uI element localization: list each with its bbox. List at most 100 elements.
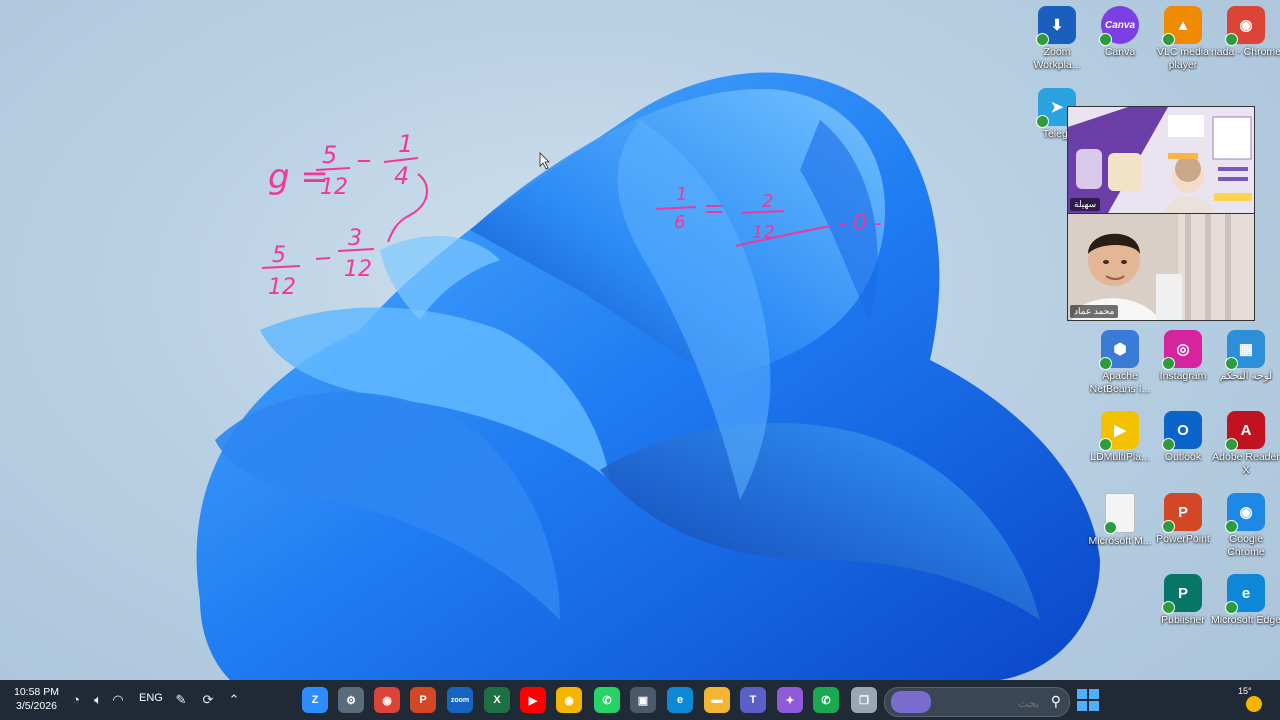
desktop-icon[interactable]: P PowerPoint — [1147, 493, 1219, 546]
whatsapp-business-app-icon[interactable]: ✆ — [813, 687, 839, 713]
zoom-app-icon[interactable]: Z — [302, 687, 328, 713]
taskbar: 10:58 PM 3/5/2026 ◔ 🔈︎ ◠ ENG ✎ ⟳ ⌃ Z ⚙ ◉ Pz… — [0, 680, 1280, 720]
desktop-icon[interactable]: ▶ LDMultiPla... — [1084, 411, 1156, 464]
desktop-icon[interactable]: ◉ Google Chrome — [1210, 493, 1280, 559]
shortcut-badge-icon — [1099, 33, 1112, 46]
edge-icon: e — [1225, 574, 1265, 614]
desktop-icon[interactable]: ◎ Instagram — [1147, 330, 1219, 383]
chrome-profile-app-icon[interactable]: ◉ — [374, 687, 400, 713]
outlook-icon: O — [1162, 411, 1202, 451]
show-hidden-icons-chevron-icon[interactable]: ⌃ — [224, 690, 244, 710]
edge-app-icon[interactable]: e — [667, 687, 693, 713]
shortcut-badge-icon — [1099, 357, 1112, 370]
search-highlight-icon — [891, 691, 931, 713]
shortcut-badge-icon — [1036, 33, 1049, 46]
participant-2-name: محمد عماد — [1070, 305, 1119, 318]
desktop-icon-label: Adobe Reader X — [1212, 451, 1280, 476]
desktop-icon-label: nada - Chrome — [1210, 46, 1280, 58]
excel-app-icon[interactable]: X — [484, 687, 510, 713]
youtube-app-icon[interactable]: ▶ — [520, 687, 546, 713]
shortcut-badge-icon — [1036, 115, 1049, 128]
zoom-download-icon: ⬇ — [1036, 6, 1076, 46]
store-app-icon[interactable]: ▣ — [630, 687, 656, 713]
desktop-icon[interactable]: A Adobe Reader X — [1210, 411, 1280, 477]
desktop-icon-label: Microsoft Edge — [1210, 614, 1280, 626]
desktop-icon-label: Zoom Workpla... — [1033, 46, 1081, 71]
desktop-icon[interactable]: O Outlook — [1147, 411, 1219, 464]
chrome-app-icon[interactable]: ◉ — [556, 687, 582, 713]
desktop-icon[interactable]: ▲ VLC media player — [1147, 6, 1219, 72]
file-explorer-app-icon[interactable]: ▬ — [704, 687, 730, 713]
participant-1-name: سهيلة — [1070, 198, 1101, 211]
desktop-icon[interactable]: e Microsoft Edge — [1210, 574, 1280, 627]
copilot-app-icon[interactable]: ✦ — [777, 687, 803, 713]
vlc-cone-icon: ▲ — [1162, 6, 1202, 46]
task-view-app-icon[interactable]: ❐ — [851, 687, 877, 713]
desktop-icon[interactable]: ▦ لوحة التحكم — [1210, 330, 1280, 383]
desktop-icon-label: VLC media player — [1157, 46, 1209, 71]
publisher-icon: P — [1162, 574, 1202, 614]
canva-icon: Canva — [1099, 6, 1139, 46]
clock-time: 10:58 PM — [14, 686, 59, 698]
shortcut-badge-icon — [1225, 438, 1238, 451]
powerpoint-app-icon[interactable]: P — [410, 687, 436, 713]
desktop-icon[interactable]: Canva Canva — [1084, 6, 1156, 59]
shortcut-badge-icon — [1162, 33, 1175, 46]
sync-icon[interactable]: ⟳ — [198, 690, 218, 710]
desktop-icon-label: Apache NetBeans I... — [1089, 370, 1151, 395]
settings-app-icon[interactable]: ⚙ — [338, 687, 364, 713]
desktop-icon-label: Outlook — [1164, 451, 1202, 463]
shortcut-badge-icon — [1162, 357, 1175, 370]
search-input[interactable] — [937, 692, 1041, 714]
speaker-icon[interactable]: 🔈︎ — [88, 690, 108, 710]
desktop-icon[interactable]: ◉ nada - Chrome — [1210, 6, 1280, 59]
desktop-icon-label: Canva — [1104, 46, 1136, 58]
desktop-icon[interactable]: P Publisher — [1147, 574, 1219, 627]
desktop-icon-label: Publisher — [1161, 614, 1205, 626]
shortcut-badge-icon — [1225, 601, 1238, 614]
start-button-windows-icon[interactable] — [1077, 689, 1099, 711]
desktop-icon[interactable]: ⬢ Apache NetBeans I... — [1084, 330, 1156, 396]
wifi-icon[interactable]: ◠ — [108, 690, 128, 710]
shortcut-badge-icon — [1225, 520, 1238, 533]
moon-weather-icon — [1246, 696, 1262, 712]
shortcut-badge-icon — [1162, 601, 1175, 614]
input-language[interactable]: ENG — [139, 692, 163, 704]
teams-app-icon[interactable]: T — [740, 687, 766, 713]
participant-video-2[interactable]: محمد عماد — [1067, 213, 1255, 321]
clock-date: 3/5/2026 — [16, 700, 57, 712]
instagram-icon: ◎ — [1162, 330, 1202, 370]
control-panel-icon: ▦ — [1225, 330, 1265, 370]
desktop-icon[interactable]: ⬇ Zoom Workpla... — [1021, 6, 1093, 72]
powerpoint-icon: P — [1162, 493, 1202, 533]
zoom-meeting-app-icon[interactable]: zoom — [447, 687, 473, 713]
search-icon: ⚲ — [1050, 693, 1061, 709]
notification-bell-icon[interactable]: ◔ — [66, 690, 86, 710]
weather-widget[interactable]: 15° — [1238, 686, 1268, 714]
shortcut-badge-icon — [1225, 357, 1238, 370]
desktop-icon-label: LDMultiPla... — [1090, 451, 1150, 463]
desktop-icon-label: PowerPoint — [1156, 533, 1210, 545]
ldmultiplayer-icon: ▶ — [1099, 411, 1139, 451]
desktop-icon-label: Microsoft M... — [1088, 535, 1152, 547]
chrome-icon: ◉ — [1225, 493, 1265, 533]
participant-video-1[interactable]: سهيلة — [1067, 106, 1255, 214]
adobe-reader-icon: A — [1225, 411, 1265, 451]
desktop-icon-label: Google Chrome — [1227, 533, 1265, 558]
pen-menu-icon[interactable]: ✎ — [171, 690, 191, 710]
desktop-icon-label: Instagram — [1159, 370, 1207, 382]
shortcut-badge-icon — [1225, 33, 1238, 46]
shortcut-badge-icon — [1099, 438, 1112, 451]
whatsapp-app-icon[interactable]: ✆ — [594, 687, 620, 713]
chrome-icon: ◉ — [1225, 6, 1265, 46]
weather-temperature: 15° — [1238, 686, 1252, 696]
shortcut-badge-icon — [1104, 521, 1117, 534]
netbeans-icon: ⬢ — [1099, 330, 1139, 370]
shortcut-badge-icon — [1162, 520, 1175, 533]
desktop-icon-label: لوحة التحكم — [1219, 370, 1273, 382]
blank-document-icon — [1104, 493, 1135, 534]
system-clock[interactable]: 10:58 PM 3/5/2026 — [14, 685, 59, 713]
shortcut-badge-icon — [1162, 438, 1175, 451]
taskbar-search[interactable]: ⚲ — [884, 687, 1070, 717]
desktop-icon[interactable]: Microsoft M... — [1084, 493, 1156, 548]
